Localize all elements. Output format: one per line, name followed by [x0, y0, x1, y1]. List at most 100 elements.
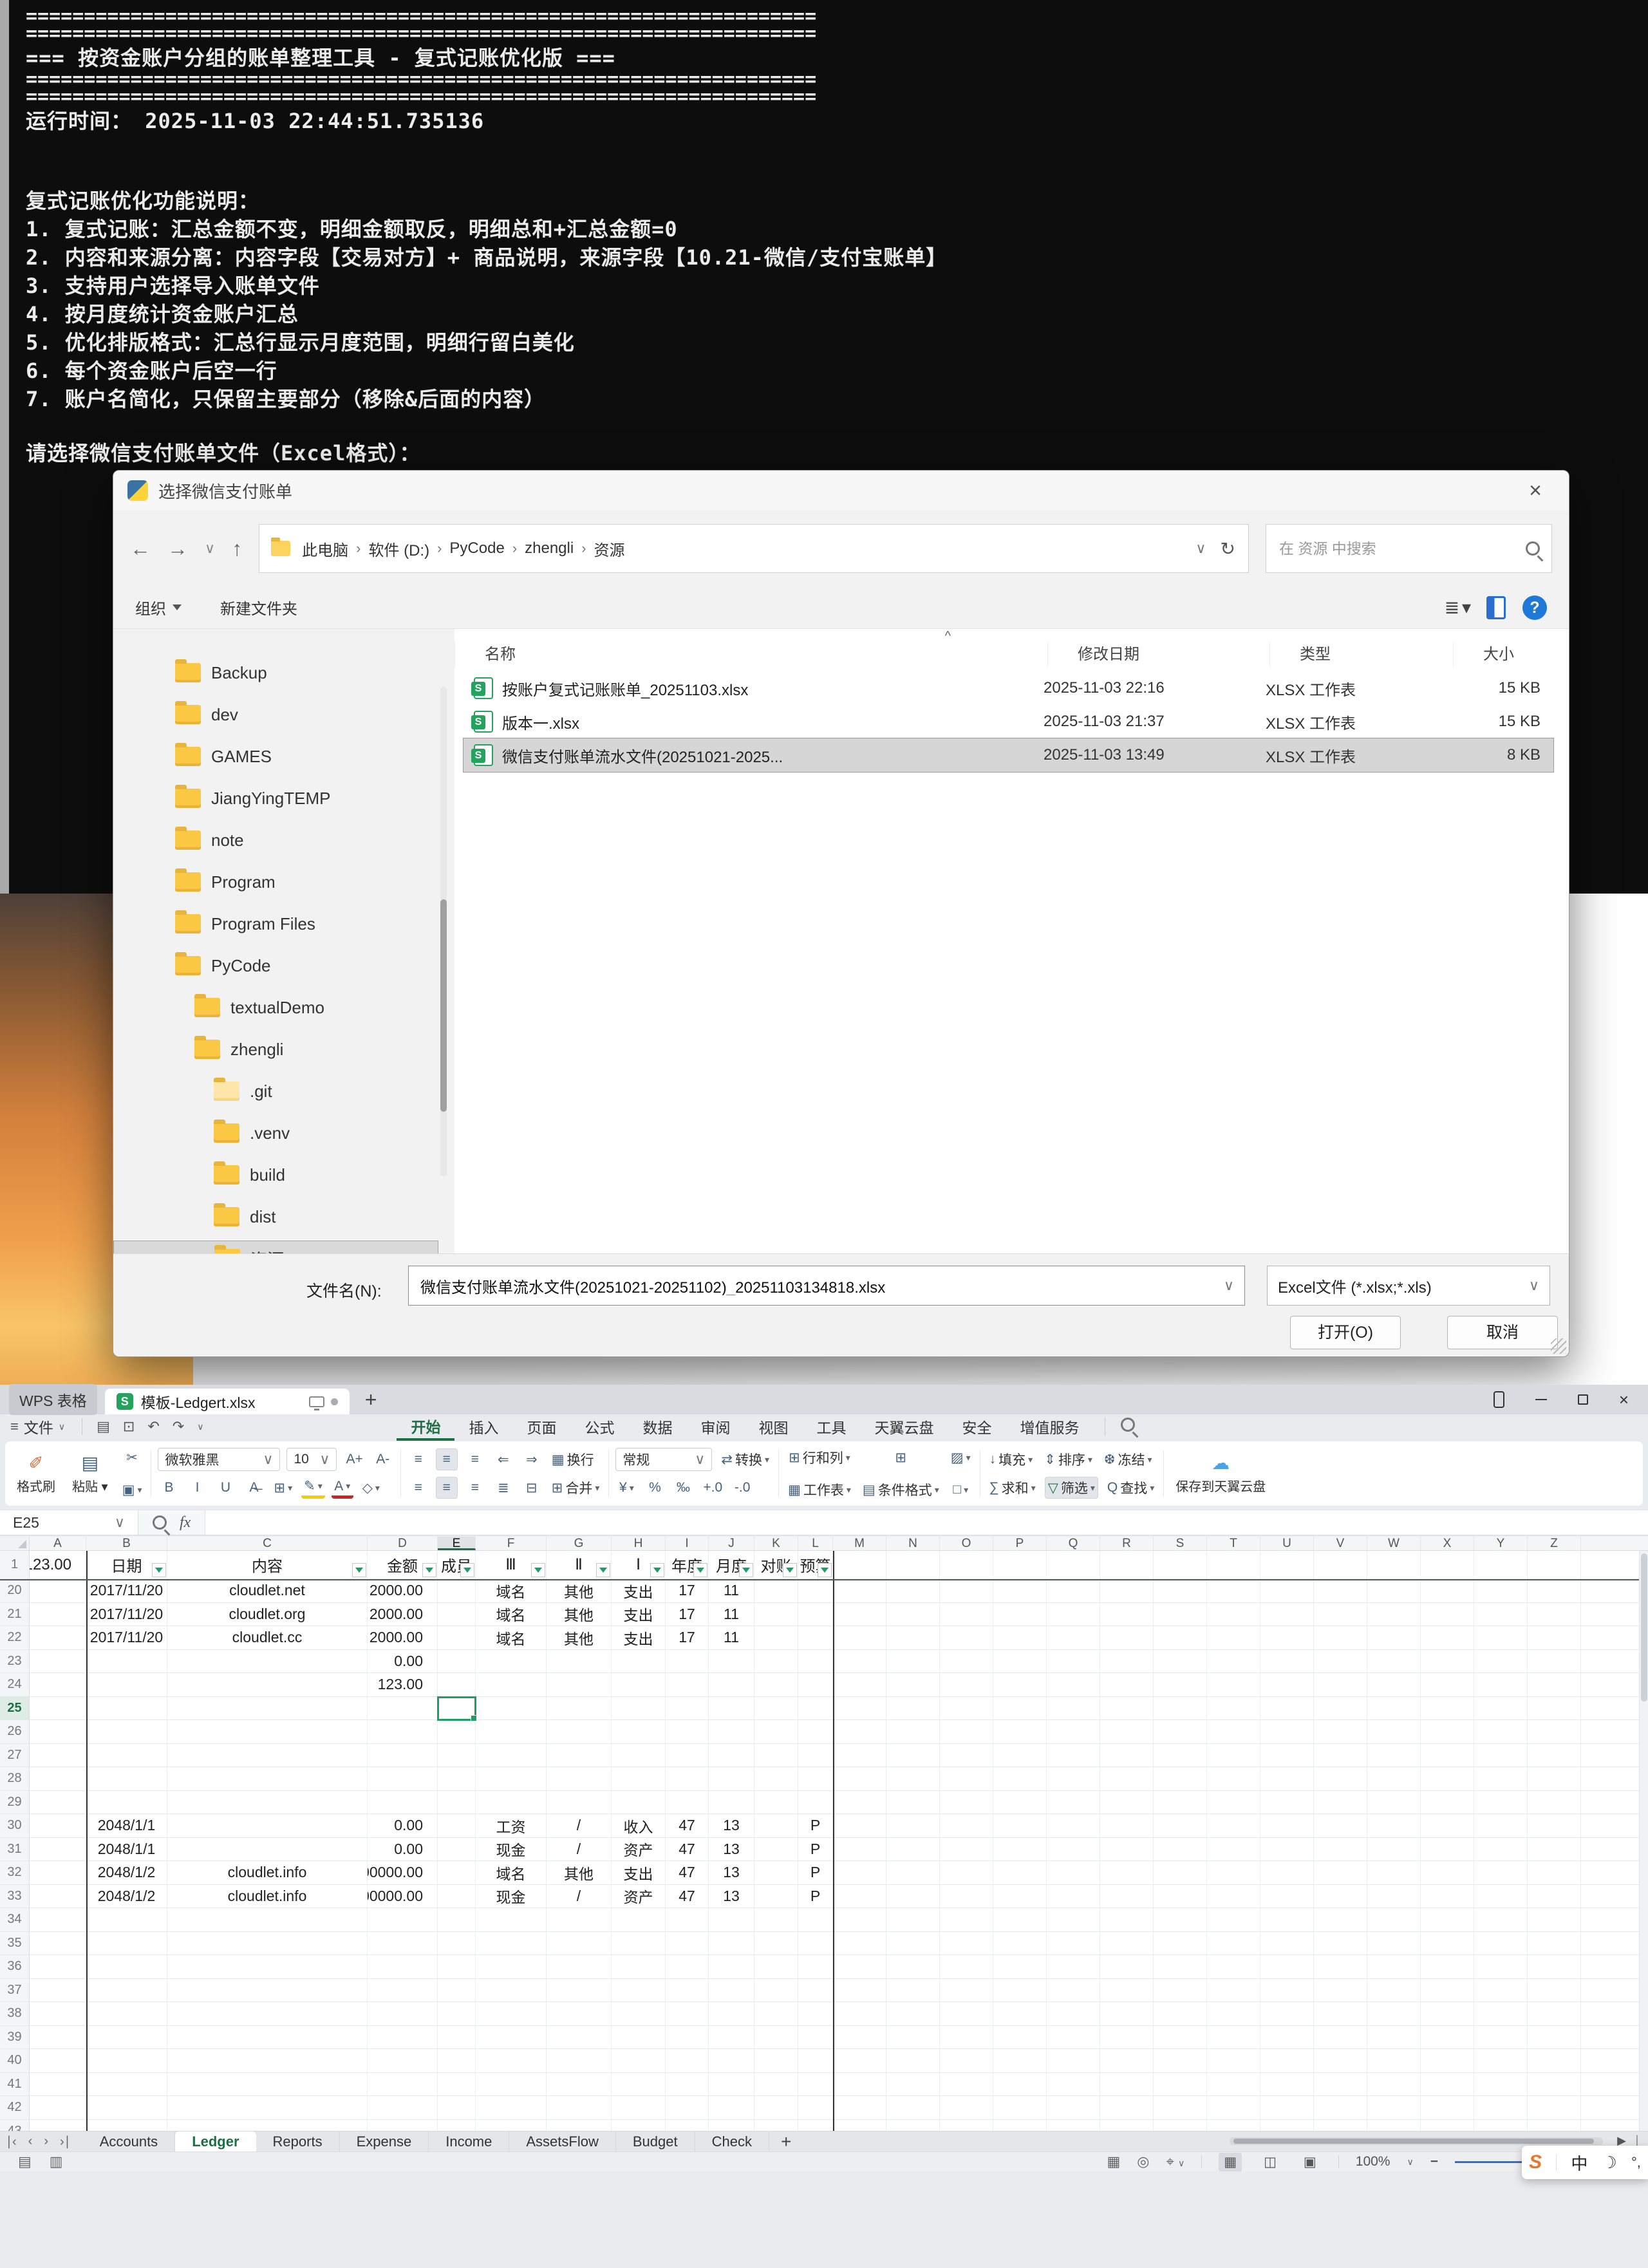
grid-cell[interactable] — [612, 1697, 666, 1720]
grid-cell[interactable] — [1474, 1885, 1528, 1908]
target-icon[interactable]: ⌖ ∨ — [1166, 2153, 1184, 2170]
grid-cell[interactable] — [940, 1838, 993, 1861]
grid-cell[interactable] — [1260, 1885, 1314, 1908]
sheet-tab-reports[interactable]: Reports — [256, 2132, 340, 2151]
grid-cell[interactable] — [709, 1720, 754, 1743]
tree-scrollbar[interactable] — [440, 687, 447, 1176]
font-color-button[interactable]: A▾ — [332, 1477, 353, 1499]
font-name-select[interactable]: 微软雅黑∨ — [158, 1448, 280, 1471]
grid-cell[interactable] — [709, 1791, 754, 1814]
grid-cell[interactable] — [1421, 1650, 1474, 1673]
grid-cell[interactable] — [833, 2002, 886, 2025]
menu-tab[interactable]: 页面 — [512, 1413, 570, 1440]
grid-cell[interactable] — [886, 1979, 940, 2002]
grid-cell[interactable] — [886, 1814, 940, 1837]
row-header[interactable]: 29 — [0, 1791, 30, 1814]
filetype-select[interactable]: Excel文件 (*.xlsx;*.xls) ∨ — [1267, 1266, 1550, 1306]
filter-button[interactable] — [460, 1563, 474, 1577]
grid-cell[interactable] — [1207, 1861, 1260, 1884]
grid-cell[interactable] — [833, 1885, 886, 1908]
column-header-type[interactable]: 类型 — [1269, 642, 1453, 668]
breadcrumb-item[interactable]: PyCode — [444, 539, 509, 558]
last-sheet-button[interactable]: ›∣ — [54, 2133, 77, 2150]
grid-cell[interactable] — [666, 1650, 709, 1673]
grid-cell[interactable] — [30, 1603, 86, 1626]
grid-cell[interactable] — [1047, 2073, 1100, 2096]
grid-cell[interactable] — [1260, 1650, 1314, 1673]
decrease-indent-button[interactable]: ⇐ — [492, 1448, 514, 1470]
grid-cell[interactable] — [1100, 1603, 1154, 1626]
grid-cell[interactable] — [754, 1838, 798, 1861]
grid-cell[interactable] — [1260, 1861, 1314, 1884]
grid-cell[interactable] — [476, 2073, 547, 2096]
zoom-out-icon[interactable]: − — [1430, 2154, 1438, 2170]
grid-cell[interactable] — [886, 1838, 940, 1861]
grid-cell[interactable] — [476, 2002, 547, 2025]
column-header[interactable]: E — [438, 1537, 476, 1550]
grid-cell[interactable] — [1528, 1955, 1581, 1978]
grid-cell[interactable] — [1314, 1626, 1367, 1649]
grid-cell[interactable] — [1421, 1979, 1474, 2002]
fx-icon[interactable]: fx — [180, 1514, 191, 1532]
tree-scrollbar-thumb[interactable] — [440, 899, 447, 1112]
filename-combobox[interactable]: ∨ — [408, 1266, 1245, 1306]
grid-cell[interactable] — [1260, 2120, 1314, 2132]
column-header[interactable]: G — [547, 1537, 612, 1550]
grid-cell[interactable] — [1367, 2120, 1421, 2132]
grid-cell[interactable] — [1367, 1838, 1421, 1861]
grid-cell[interactable]: 2048/1/2 — [86, 1885, 167, 1908]
grid-cell[interactable] — [754, 1697, 798, 1720]
grid-cell[interactable] — [833, 1673, 886, 1696]
grid-cell[interactable] — [993, 1744, 1047, 1767]
grid-cell[interactable] — [709, 1673, 754, 1696]
grid-cell[interactable] — [709, 1650, 754, 1673]
grid-cell[interactable] — [1047, 1908, 1100, 1931]
grid-cell[interactable] — [1154, 1673, 1207, 1696]
grid-cell[interactable] — [993, 2073, 1047, 2096]
grid-cell[interactable] — [1260, 2073, 1314, 2096]
filter-button[interactable] — [650, 1563, 664, 1577]
column-header[interactable]: V — [1314, 1537, 1367, 1550]
grid-cell[interactable] — [1314, 2049, 1367, 2072]
grid-cell[interactable] — [709, 2073, 754, 2096]
grid-cell[interactable] — [886, 1673, 940, 1696]
file-row[interactable]: 微信支付账单流水文件(20251021-2025...2025-11-03 13… — [464, 738, 1553, 772]
horizontal-scrollbar-thumb[interactable] — [1233, 2139, 1594, 2144]
column-header[interactable]: W — [1367, 1537, 1421, 1550]
grid-cell[interactable] — [30, 1697, 86, 1720]
row-header[interactable]: 26 — [0, 1720, 30, 1743]
grid-cell[interactable] — [476, 1791, 547, 1814]
grid-cell[interactable] — [1367, 1979, 1421, 2002]
grid-cell[interactable] — [666, 1979, 709, 2002]
sheet-tab-check[interactable]: Check — [695, 2132, 769, 2151]
grid-cell[interactable] — [1100, 1791, 1154, 1814]
night-mode-icon[interactable]: ☽ — [1602, 2153, 1617, 2173]
grid-cell[interactable] — [476, 1744, 547, 1767]
grid-cell[interactable] — [1474, 1551, 1528, 1579]
grid-cell[interactable] — [1528, 1932, 1581, 1955]
grid-cell[interactable] — [940, 1673, 993, 1696]
grid-cell[interactable] — [1260, 1720, 1314, 1743]
sheet-tab-ledger[interactable]: Ledger — [175, 2132, 256, 2151]
grid-cell[interactable] — [754, 1932, 798, 1955]
grid-cell[interactable] — [940, 1720, 993, 1743]
grid-cell[interactable] — [1100, 2120, 1154, 2132]
grid-cell[interactable] — [438, 1673, 476, 1696]
grid-cell[interactable] — [438, 2096, 476, 2119]
grid-cell[interactable] — [167, 1720, 368, 1743]
up-button[interactable]: ↑ — [232, 537, 242, 561]
grid-cell[interactable] — [1367, 2049, 1421, 2072]
increase-decimal-button[interactable]: +.0 — [700, 1477, 725, 1499]
grid-cell[interactable] — [438, 1603, 476, 1626]
grid-cell[interactable] — [1314, 2002, 1367, 2025]
grid-cell[interactable] — [547, 2096, 612, 2119]
grid-cell[interactable]: 工资 — [476, 1814, 547, 1837]
grid-cell[interactable] — [754, 2049, 798, 2072]
grid-cell[interactable] — [1207, 1979, 1260, 2002]
grid-cell[interactable] — [1474, 1979, 1528, 2002]
grid-cell[interactable] — [1367, 2002, 1421, 2025]
grid-cell[interactable] — [833, 1579, 886, 1602]
grid-cell[interactable] — [1314, 1551, 1367, 1579]
page-layout-view-icon[interactable]: ◫ — [1259, 2153, 1282, 2171]
file-row[interactable]: 按账户复式记账账单_20251103.xlsx2025-11-03 22:16X… — [464, 671, 1553, 705]
